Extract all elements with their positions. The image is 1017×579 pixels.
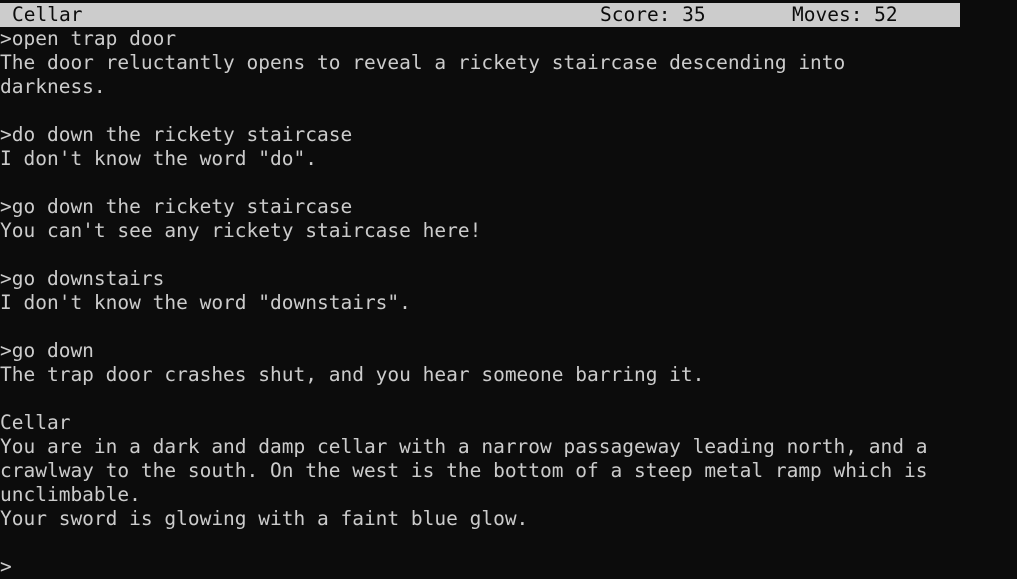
- room-description-line: crawlway to the south. On the west is th…: [0, 459, 928, 482]
- room-description-line: You are in a dark and damp cellar with a…: [0, 435, 928, 458]
- status-score: Score: 35: [600, 3, 706, 26]
- response-line: I don't know the word "downstairs".: [0, 291, 411, 314]
- response-line: You can't see any rickety staircase here…: [0, 219, 482, 242]
- response-line: darkness.: [0, 75, 106, 98]
- response-line: The door reluctantly opens to reveal a r…: [0, 51, 846, 74]
- command-line: >open trap door: [0, 27, 177, 50]
- room-title: Cellar: [0, 411, 71, 434]
- room-description-line: Your sword is glowing with a faint blue …: [0, 507, 529, 530]
- status-location: Cellar: [12, 3, 83, 26]
- command-line: >do down the rickety staircase: [0, 123, 353, 146]
- status-bar: Cellar Score: 35 Moves: 52: [0, 3, 960, 27]
- response-line: The trap door crashes shut, and you hear…: [0, 363, 705, 386]
- command-prompt[interactable]: >: [0, 555, 1017, 579]
- response-line: I don't know the word "do".: [0, 147, 317, 170]
- room-description-line: unclimbable.: [0, 483, 141, 506]
- game-transcript: >open trap door The door reluctantly ope…: [0, 27, 1017, 579]
- status-moves: Moves: 52: [792, 3, 898, 26]
- command-line: >go down: [0, 339, 94, 362]
- command-line: >go down the rickety staircase: [0, 195, 353, 218]
- command-line: >go downstairs: [0, 267, 165, 290]
